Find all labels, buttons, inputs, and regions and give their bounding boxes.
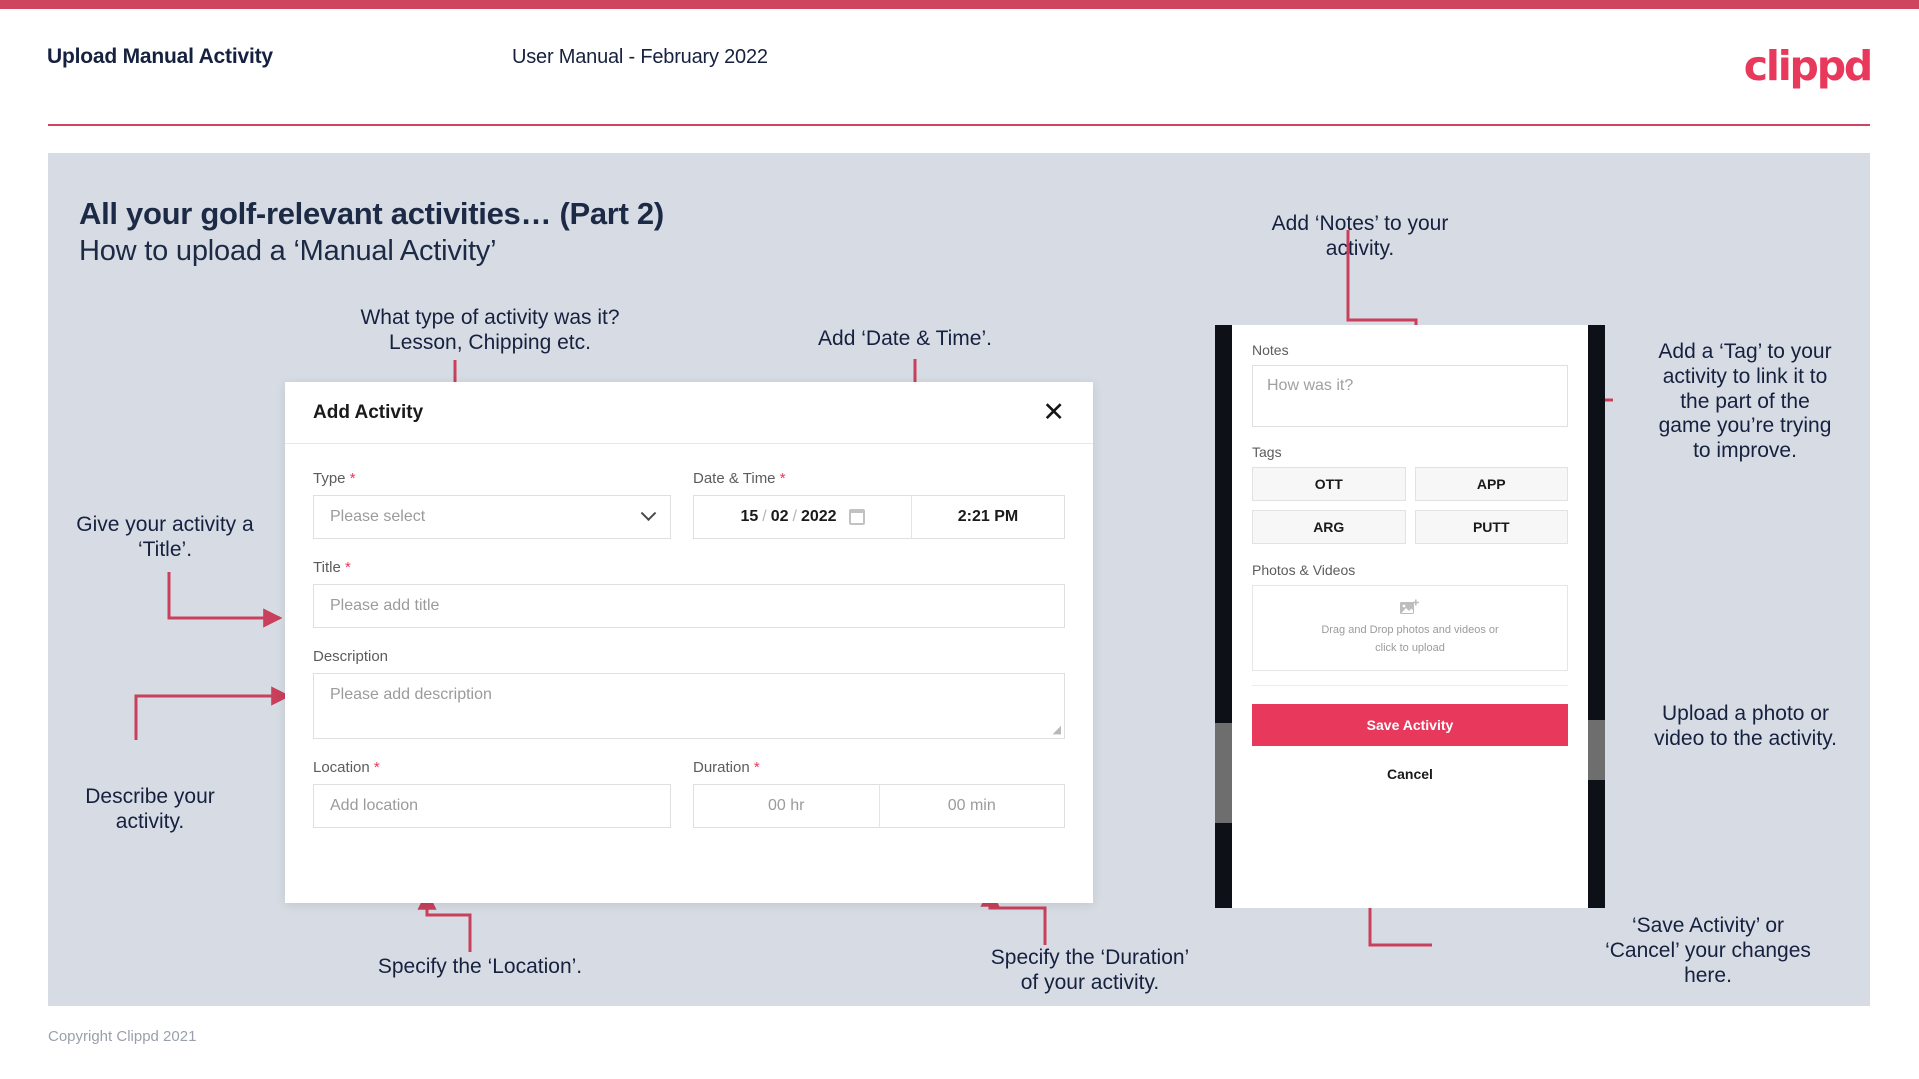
- tag-putt[interactable]: PUTT: [1414, 510, 1568, 544]
- annotation-location: Specify the ‘Location’.: [377, 955, 583, 978]
- location-input[interactable]: Add location: [313, 784, 671, 828]
- phone-mockup: Notes How was it? Tags OTT APP ARG PUTT …: [1215, 325, 1605, 908]
- phone-power-button-right: [1588, 720, 1605, 780]
- row-location-duration: Location * Add location Duration * 00 hr…: [313, 759, 1065, 848]
- type-label: Type *: [313, 470, 356, 487]
- annotation-datetime: Add ‘Date & Time’.: [818, 327, 992, 350]
- datetime-label: Date & Time *: [693, 470, 786, 487]
- phone-bezel-right: [1588, 325, 1605, 908]
- top-accent-bar: [0, 0, 1919, 9]
- field-type: Type * Please select: [313, 470, 671, 539]
- field-location: Location * Add location: [313, 759, 671, 828]
- chevron-down-icon: [640, 504, 657, 521]
- duration-minutes-input[interactable]: 00 min: [878, 785, 1065, 827]
- tags-label: Tags: [1252, 444, 1282, 460]
- tags-grid: OTT APP ARG PUTT: [1252, 467, 1568, 544]
- annotation-type: What type of activity was it? Lesson, Ch…: [360, 306, 620, 354]
- field-datetime: Date & Time * 15 / 02 / 2022 2:21 PM: [693, 470, 1065, 539]
- footer-copyright: Copyright Clippd 2021: [48, 1028, 197, 1045]
- date-input[interactable]: 15 / 02 / 2022: [694, 496, 912, 538]
- required-marker: *: [349, 470, 356, 487]
- date-year: 2022: [800, 508, 837, 525]
- duration-control: 00 hr 00 min: [693, 784, 1065, 828]
- title-placeholder: Please add title: [330, 597, 440, 614]
- row-type-datetime: Type * Please select Date & Time * 15 / …: [313, 470, 1065, 559]
- dropzone-text-line2: click to upload: [1375, 642, 1445, 654]
- required-marker: *: [779, 470, 786, 487]
- photos-label: Photos & Videos: [1252, 562, 1356, 578]
- description-placeholder: Please add description: [330, 686, 492, 703]
- title-input[interactable]: Please add title: [313, 584, 1065, 628]
- description-label: Description: [313, 648, 389, 665]
- add-activity-dialog: Add Activity ✕ Type * Please select Date…: [285, 382, 1093, 903]
- required-marker: *: [344, 559, 351, 576]
- clippd-logo: clippd: [1743, 42, 1873, 90]
- slide-page: Upload Manual Activity User Manual - Feb…: [0, 0, 1919, 1079]
- notes-input[interactable]: How was it?: [1252, 365, 1568, 427]
- calendar-icon[interactable]: [848, 509, 865, 525]
- dropzone-text-line1: Drag and Drop photos and videos or: [1321, 624, 1499, 637]
- duration-label: Duration *: [693, 759, 760, 776]
- required-marker: *: [753, 759, 760, 776]
- location-placeholder: Add location: [330, 797, 419, 814]
- cancel-button[interactable]: Cancel: [1252, 766, 1568, 782]
- phone-divider: [1252, 685, 1568, 686]
- slide-subtitle: How to upload a ‘Manual Activity’: [79, 235, 497, 267]
- photo-dropzone[interactable]: Drag and Drop photos and videos or click…: [1252, 585, 1568, 671]
- field-description: Description Please add description ◢: [313, 648, 1065, 739]
- tag-ott[interactable]: OTT: [1252, 467, 1406, 501]
- description-input[interactable]: Please add description ◢: [313, 673, 1065, 739]
- annotation-duration: Specify the ‘Duration’ of your activity.: [990, 946, 1190, 994]
- field-title: Title * Please add title: [313, 559, 1065, 628]
- dialog-body: Type * Please select Date & Time * 15 / …: [285, 444, 1093, 848]
- close-icon[interactable]: ✕: [1042, 399, 1065, 426]
- dialog-header: Add Activity ✕: [285, 382, 1093, 444]
- required-marker: *: [373, 759, 380, 776]
- date-month: 02: [770, 508, 789, 525]
- date-sep-1: /: [762, 508, 767, 525]
- notes-label: Notes: [1252, 342, 1289, 358]
- annotation-tags: Add a ‘Tag’ to your activity to link it …: [1658, 340, 1832, 463]
- resize-handle-icon[interactable]: ◢: [1053, 723, 1061, 736]
- tag-app[interactable]: APP: [1414, 467, 1568, 501]
- date-sep-2: /: [792, 508, 797, 525]
- field-duration: Duration * 00 hr 00 min: [693, 759, 1065, 828]
- save-activity-button[interactable]: Save Activity: [1252, 704, 1568, 746]
- datetime-control: 15 / 02 / 2022 2:21 PM: [693, 495, 1065, 539]
- tag-arg[interactable]: ARG: [1252, 510, 1406, 544]
- annotation-save: ‘Save Activity’ or ‘Cancel’ your changes…: [1605, 914, 1811, 987]
- image-upload-icon: [1400, 599, 1420, 616]
- date-day: 15: [740, 508, 759, 525]
- type-select[interactable]: Please select: [313, 495, 671, 539]
- page-title: Upload Manual Activity: [47, 45, 273, 68]
- duration-hours-input[interactable]: 00 hr: [694, 785, 879, 827]
- annotation-notes: Add ‘Notes’ to your activity.: [1271, 212, 1449, 260]
- type-placeholder: Please select: [330, 508, 426, 525]
- phone-volume-button-left: [1215, 723, 1232, 823]
- phone-screen: Notes How was it? Tags OTT APP ARG PUTT …: [1232, 325, 1588, 908]
- annotation-photos: Upload a photo or video to the activity.: [1654, 702, 1837, 750]
- annotation-title: Give your activity a ‘Title’.: [76, 513, 254, 561]
- annotation-description: Describe your activity.: [85, 785, 215, 833]
- location-label: Location *: [313, 759, 380, 776]
- title-label: Title *: [313, 559, 351, 576]
- time-input[interactable]: 2:21 PM: [912, 496, 1064, 538]
- slide-title: All your golf-relevant activities… (Part…: [79, 196, 664, 231]
- header-divider: [48, 124, 1870, 126]
- header-subtitle: User Manual - February 2022: [512, 46, 768, 68]
- dialog-title: Add Activity: [313, 401, 424, 423]
